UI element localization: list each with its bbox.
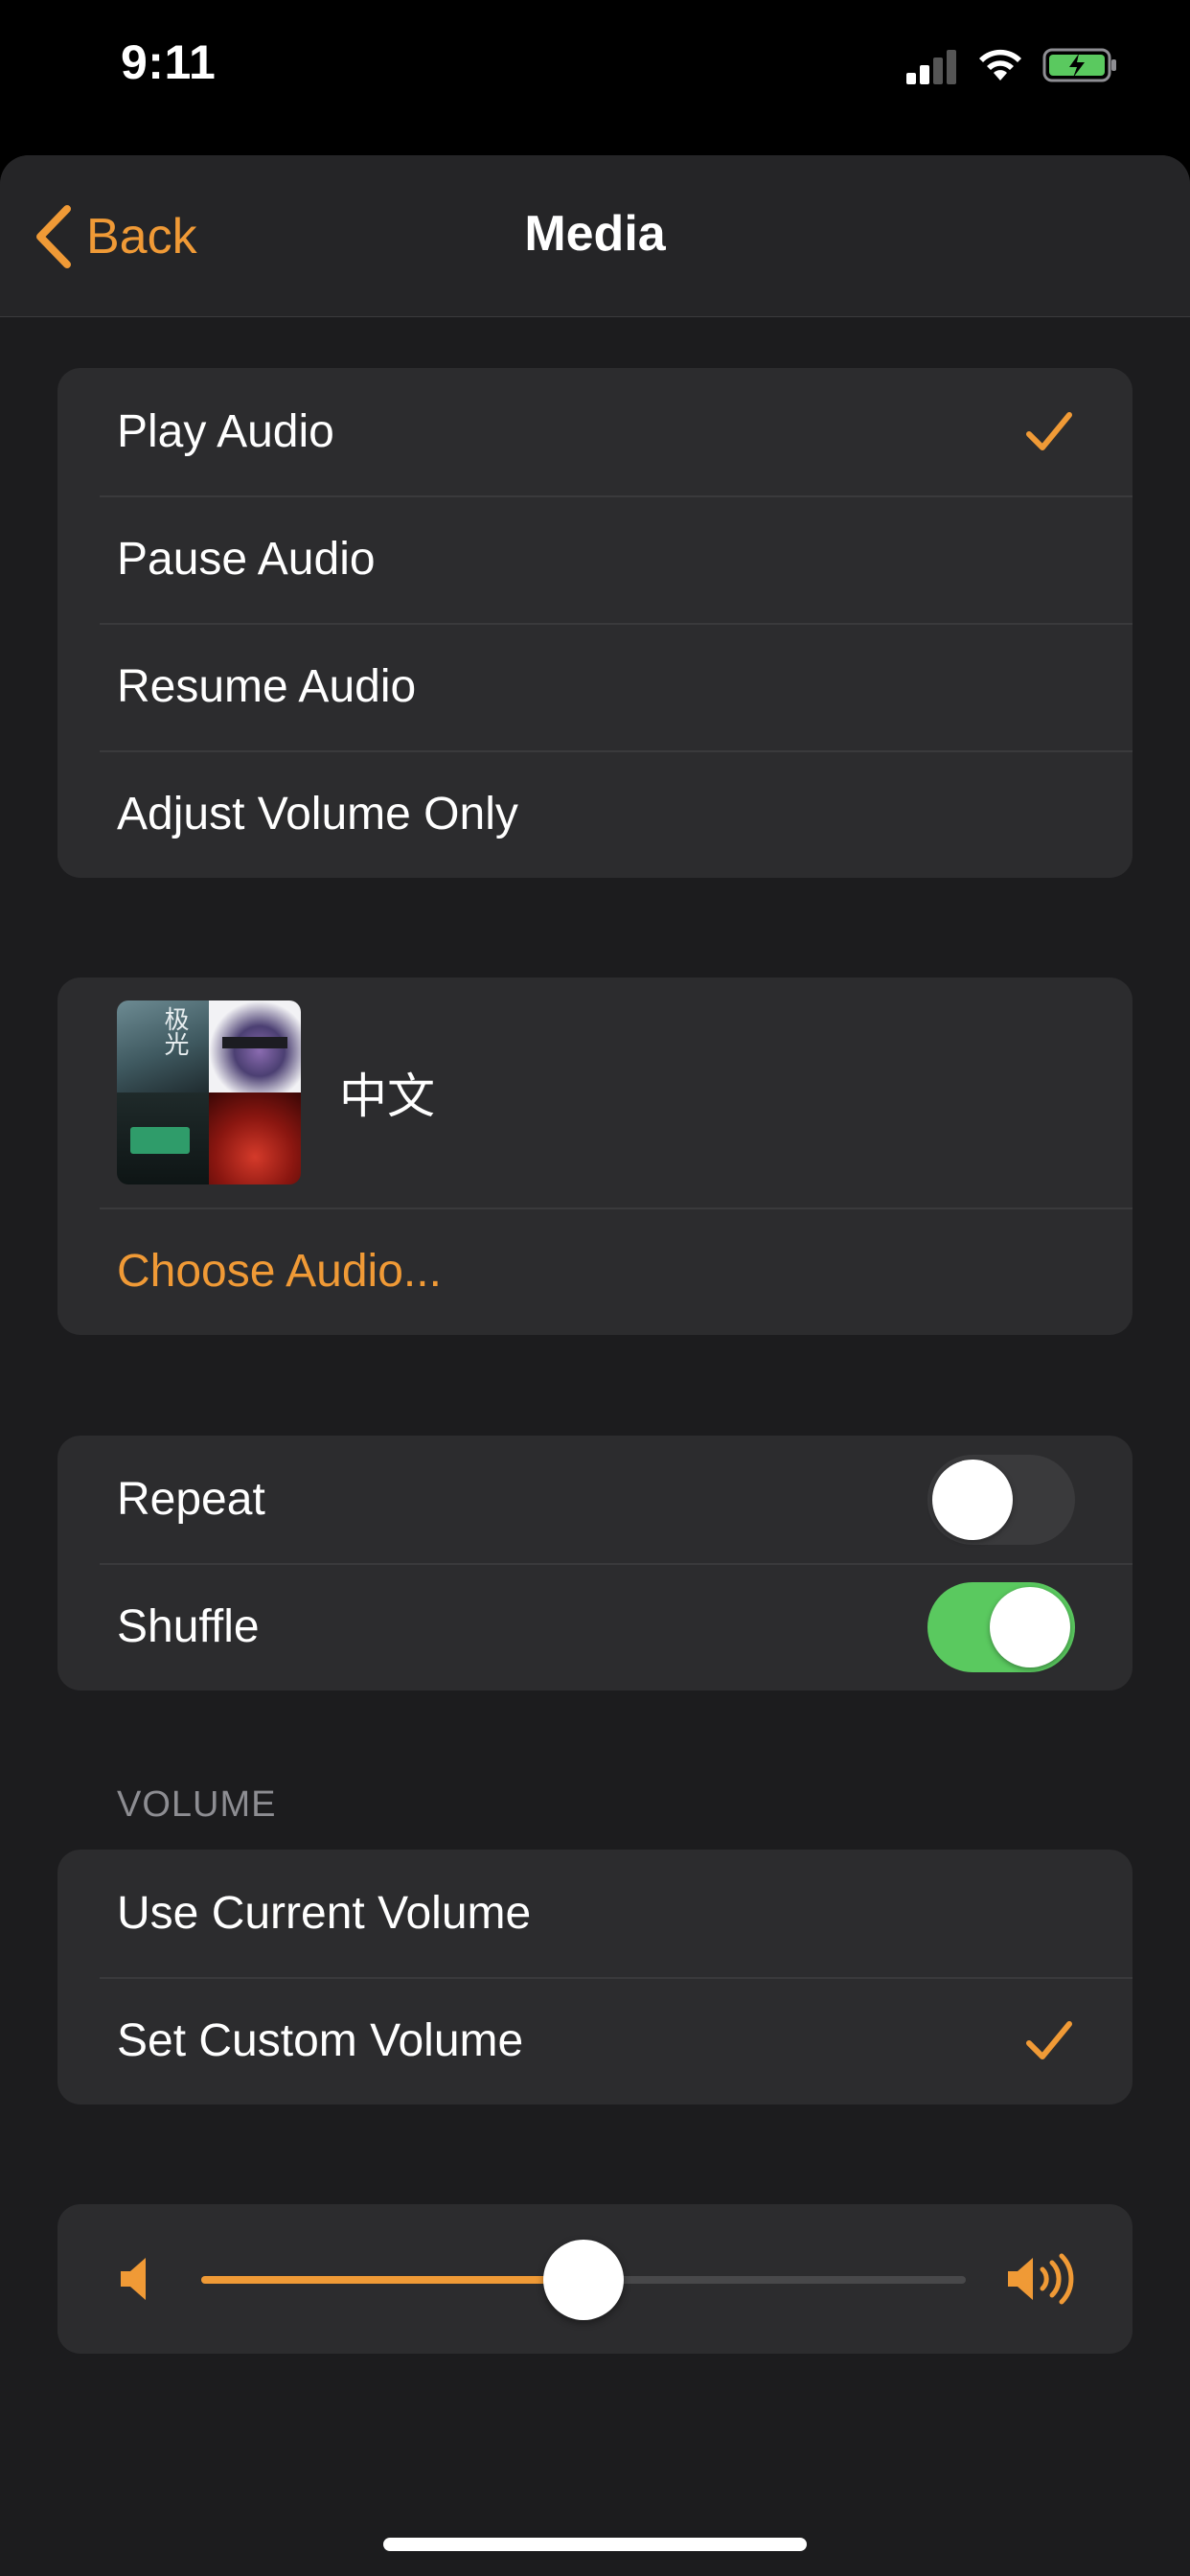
checkmark-icon (1026, 2020, 1072, 2059)
cellular-signal-icon (906, 50, 956, 84)
option-label: Adjust Volume Only (117, 789, 518, 840)
option-label: Play Audio (117, 406, 334, 457)
option-use-current-volume[interactable]: Use Current Volume (57, 1850, 1133, 1977)
status-icons (906, 42, 1129, 90)
option-set-custom-volume[interactable]: Set Custom Volume (57, 1977, 1133, 2104)
artwork-tile (117, 1000, 209, 1092)
media-title: 中文 (339, 1069, 435, 1124)
wifi-icon (979, 49, 1021, 80)
volume-section-header: VOLUME (117, 1784, 277, 1825)
option-label: Resume Audio (117, 661, 417, 712)
volume-slider[interactable] (201, 2240, 966, 2320)
speaker-low-icon (121, 2258, 146, 2300)
media-group: 中文 Choose Audio... (57, 978, 1133, 1335)
volume-group: Use Current Volume Set Custom Volume (57, 1850, 1133, 2104)
option-adjust-volume-only[interactable]: Adjust Volume Only (57, 750, 1133, 878)
option-play-audio[interactable]: Play Audio (57, 368, 1133, 495)
settings-sheet: Back Media Play Audio Pause Audio Resume… (0, 155, 1190, 2576)
action-group: Play Audio Pause Audio Resume Audio Adju… (57, 368, 1133, 878)
option-label: Set Custom Volume (117, 2015, 524, 2066)
volume-slider-fill (201, 2276, 584, 2284)
navigation-bar: Back Media (0, 155, 1190, 317)
media-item[interactable]: 中文 (57, 978, 1133, 1208)
album-artwork (117, 1000, 301, 1184)
status-bar: 9:11 (0, 0, 1190, 144)
home-indicator (383, 2538, 807, 2551)
option-label: Use Current Volume (117, 1888, 532, 1939)
shuffle-toggle[interactable] (927, 1581, 1075, 1672)
choose-audio-button[interactable]: Choose Audio... (57, 1208, 1133, 1335)
option-resume-audio[interactable]: Resume Audio (57, 623, 1133, 750)
checkmark-icon (1026, 411, 1072, 450)
playback-group: Repeat Shuffle (57, 1436, 1133, 1690)
volume-slider-group (57, 2204, 1133, 2354)
repeat-label: Repeat (117, 1474, 265, 1525)
battery-charging-icon (1042, 48, 1116, 82)
artwork-tile (209, 1092, 301, 1184)
page-title: Media (524, 206, 666, 262)
artwork-tile (117, 1092, 209, 1184)
shuffle-label: Shuffle (117, 1601, 260, 1652)
status-time: 9:11 (121, 35, 217, 89)
shuffle-row: Shuffle (57, 1563, 1133, 1690)
choose-audio-label: Choose Audio... (117, 1246, 442, 1297)
repeat-toggle[interactable] (927, 1454, 1075, 1545)
option-pause-audio[interactable]: Pause Audio (57, 495, 1133, 623)
repeat-row: Repeat (57, 1436, 1133, 1563)
speaker-high-icon (1008, 2253, 1074, 2305)
option-label: Pause Audio (117, 534, 376, 585)
toggle-knob (990, 1586, 1070, 1668)
volume-slider-thumb[interactable] (543, 2240, 624, 2320)
artwork-tile (209, 1000, 301, 1092)
toggle-knob (932, 1459, 1013, 1540)
